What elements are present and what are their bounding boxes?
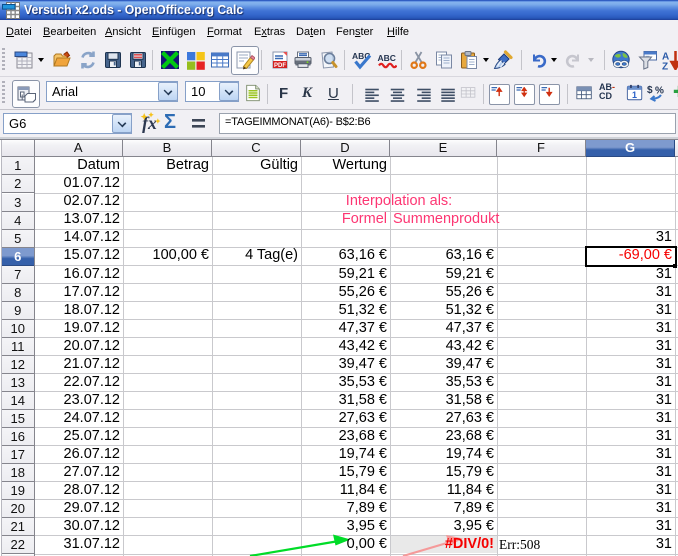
svg-text:PDF: PDF xyxy=(274,63,286,69)
svg-text:1: 1 xyxy=(632,90,637,100)
svg-text:ABC: ABC xyxy=(378,53,396,63)
svg-text:$: $ xyxy=(647,85,653,96)
svg-text:Z: Z xyxy=(662,62,668,71)
svg-text:%: % xyxy=(655,86,664,97)
